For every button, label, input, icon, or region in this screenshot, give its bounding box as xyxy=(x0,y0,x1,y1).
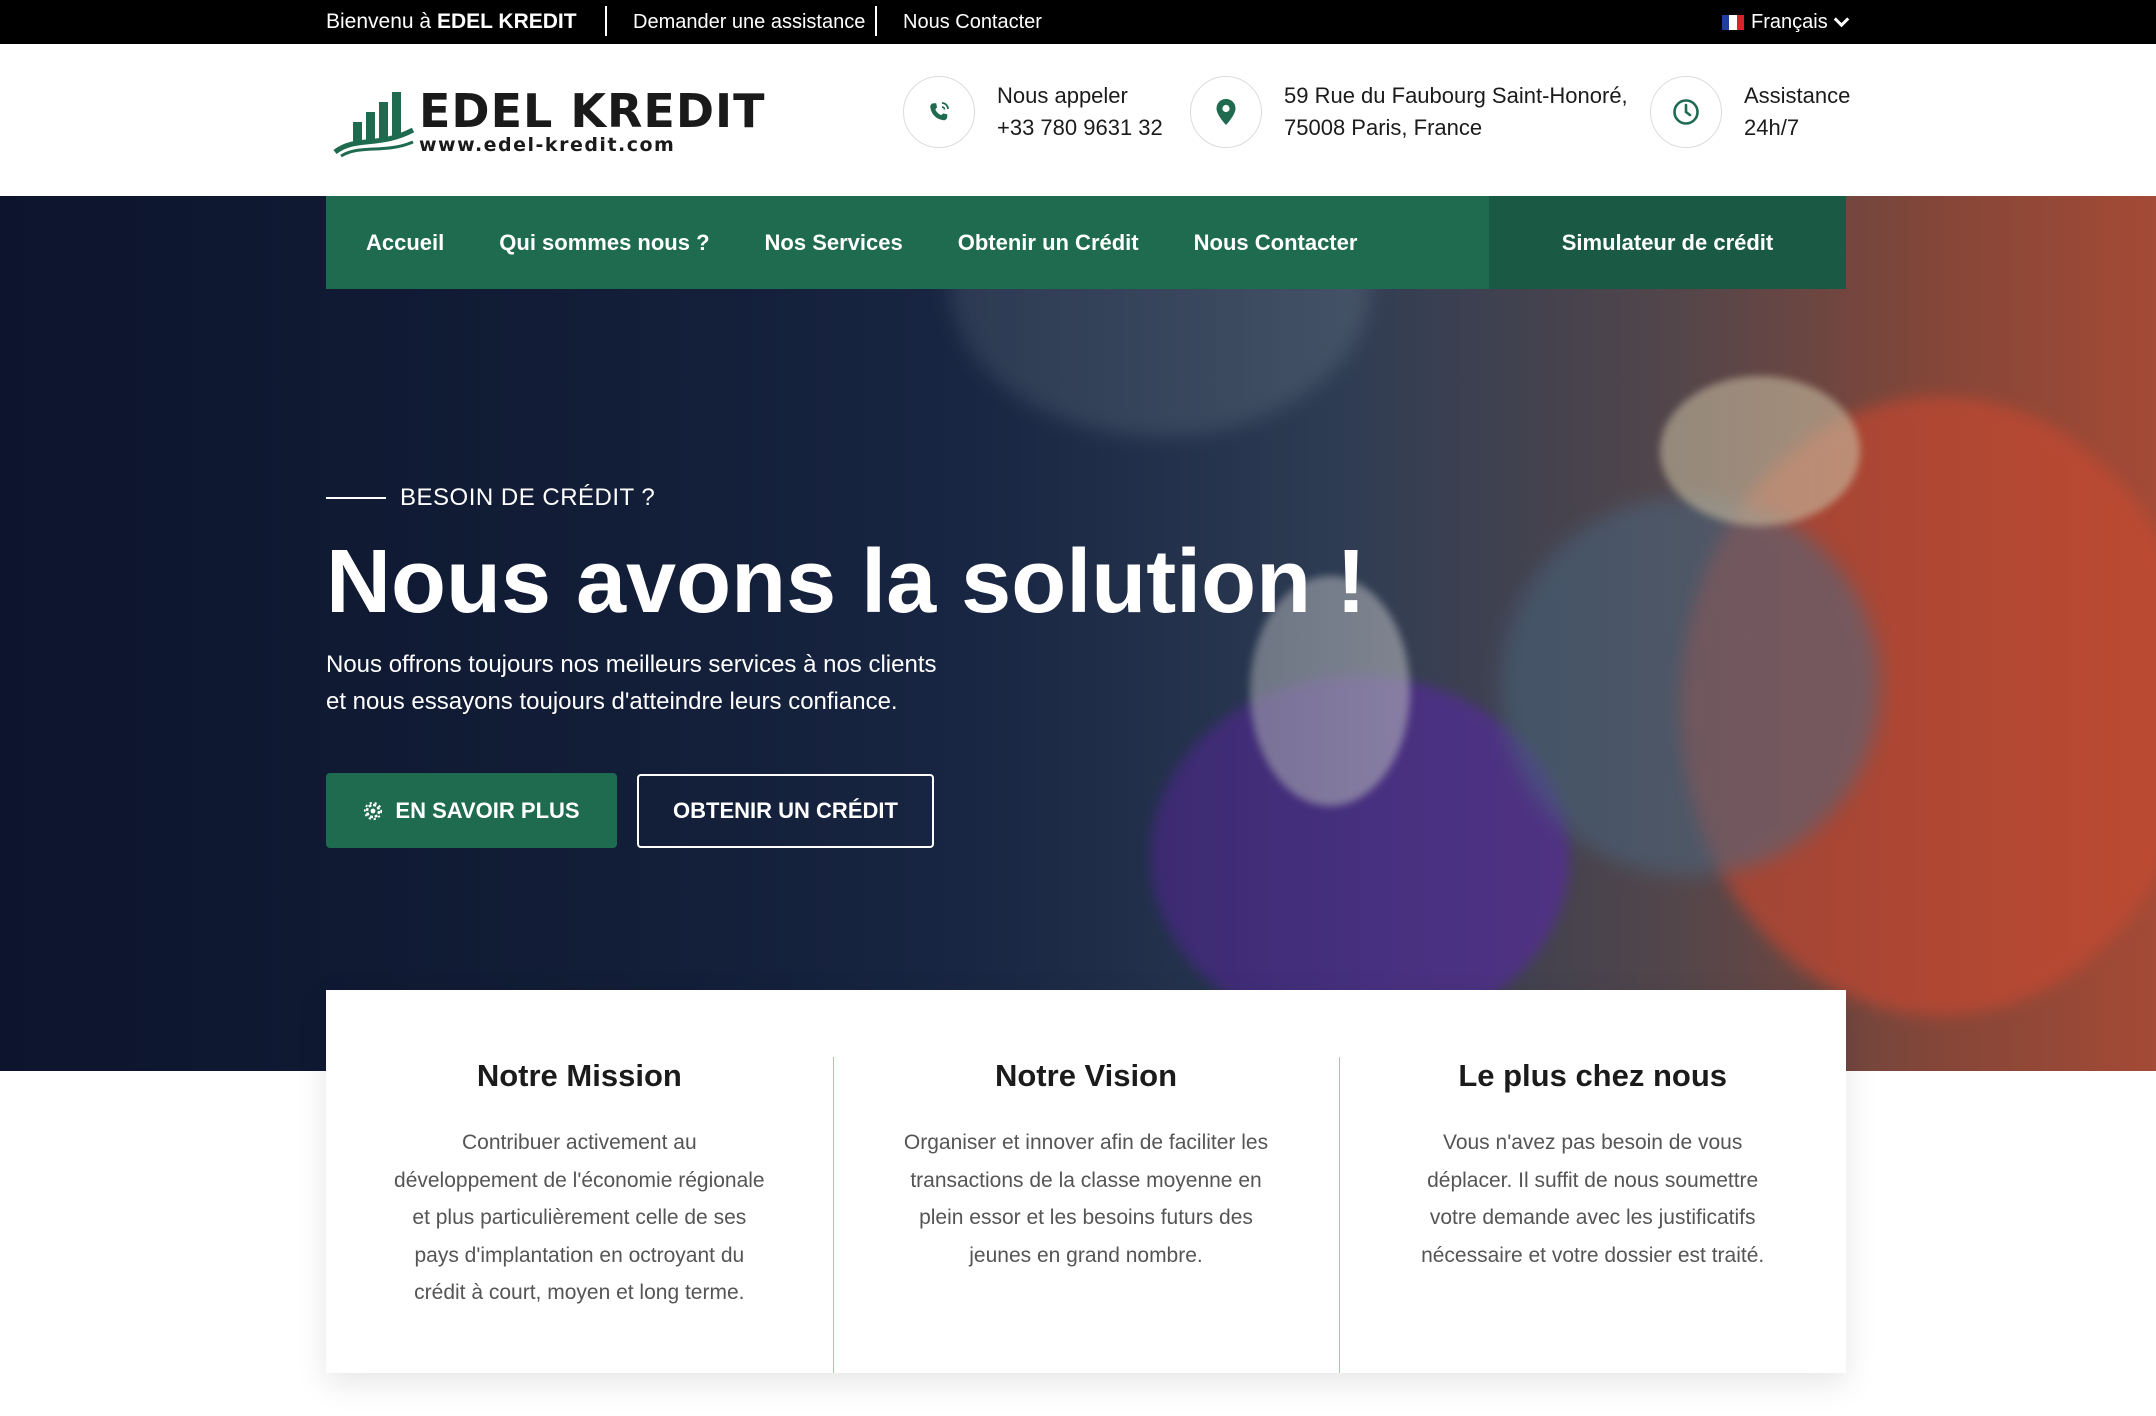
welcome-prefix: Bienvenu à xyxy=(326,10,432,33)
hero-subtitle-line-1: Nous offrons toujours nos meilleurs serv… xyxy=(326,651,937,678)
nav-item-obtenir-credit[interactable]: Obtenir un Crédit xyxy=(958,230,1139,256)
eyebrow-line xyxy=(326,497,386,499)
hero-subtitle: Nous offrons toujours nos meilleurs serv… xyxy=(326,646,937,720)
top-bar: Bienvenu à EDEL KREDIT Demander une assi… xyxy=(0,0,2156,44)
nav-item-accueil[interactable]: Accueil xyxy=(366,230,444,256)
phone-number: +33 780 9631 32 xyxy=(997,115,1163,140)
phone-icon xyxy=(903,76,975,148)
feature-text: Vous n'avez pas besoin de vous déplacer.… xyxy=(1421,1131,1765,1267)
eyebrow-text: BESOIN DE CRÉDIT ? xyxy=(400,484,656,511)
address-info: 59 Rue du Faubourg Saint-Honoré, 75008 P… xyxy=(1190,76,1628,148)
get-credit-button[interactable]: OBTENIR UN CRÉDIT xyxy=(637,774,934,848)
feature-vision: Notre Vision Organiser et innover afin d… xyxy=(832,990,1340,1373)
location-pin-icon xyxy=(1190,76,1262,148)
logo-name: EDEL KREDIT xyxy=(419,84,766,138)
site-header: EDEL KREDIT www.edel-kredit.com Nous app… xyxy=(0,44,2156,196)
learn-more-button[interactable]: EN SAVOIR PLUS xyxy=(326,773,617,848)
welcome-text: Bienvenu à EDEL KREDIT xyxy=(326,0,577,44)
clock-icon xyxy=(1650,76,1722,148)
assistance-line-2: 24h/7 xyxy=(1744,115,1800,140)
logo-bars-icon xyxy=(333,92,415,158)
divider xyxy=(605,6,607,36)
welcome-brand: EDEL KREDIT xyxy=(436,10,577,33)
assistance-info: Assistance 24h/7 xyxy=(1650,76,1850,148)
assistance-link[interactable]: Demander une assistance xyxy=(633,0,865,44)
address-line-2: 75008 Paris, France xyxy=(1284,115,1483,140)
phone-label: Nous appeler xyxy=(997,83,1128,108)
feature-title: Notre Vision xyxy=(994,1058,1178,1093)
french-flag-icon xyxy=(1722,14,1744,30)
gear-icon xyxy=(363,801,383,821)
feature-title: Le plus chez nous xyxy=(1458,1058,1728,1093)
feature-advantage: Le plus chez nous Vous n'avez pas besoin… xyxy=(1339,990,1846,1373)
phone-info[interactable]: Nous appeler +33 780 9631 32 xyxy=(903,76,1163,148)
feature-title: Notre Mission xyxy=(476,1058,682,1093)
learn-more-label: EN SAVOIR PLUS xyxy=(395,797,580,823)
nav-item-qui-sommes-nous[interactable]: Qui sommes nous ? xyxy=(499,230,709,256)
nav-item-nous-contacter[interactable]: Nous Contacter xyxy=(1194,230,1358,256)
contact-link[interactable]: Nous Contacter xyxy=(903,0,1042,44)
chevron-down-icon xyxy=(1833,11,1849,27)
feature-text: Contribuer activement au développement d… xyxy=(394,1131,765,1304)
features-card: Notre Mission Contribuer activement au d… xyxy=(326,990,1846,1373)
site-logo[interactable]: EDEL KREDIT www.edel-kredit.com xyxy=(333,84,773,160)
language-label: Français xyxy=(1751,10,1828,33)
assistance-line-1: Assistance xyxy=(1744,83,1851,108)
hero-subtitle-line-2: et nous essayons toujours d'atteindre le… xyxy=(326,688,898,715)
divider xyxy=(875,6,877,36)
language-selector[interactable]: Français xyxy=(1722,0,1849,44)
credit-simulator-button[interactable]: Simulateur de crédit xyxy=(1489,196,1846,289)
address-line-1: 59 Rue du Faubourg Saint-Honoré, xyxy=(1284,83,1628,108)
nav-item-nos-services[interactable]: Nos Services xyxy=(765,230,903,256)
hero-headline: Nous avons la solution ! xyxy=(326,532,1367,632)
feature-text: Organiser et innover afin de faciliter l… xyxy=(903,1131,1269,1267)
main-nav: Accueil Qui sommes nous ? Nos Services O… xyxy=(326,196,1846,289)
hero-eyebrow: BESOIN DE CRÉDIT ? xyxy=(326,484,655,512)
feature-mission: Notre Mission Contribuer activement au d… xyxy=(326,990,833,1373)
logo-url: www.edel-kredit.com xyxy=(419,134,676,156)
